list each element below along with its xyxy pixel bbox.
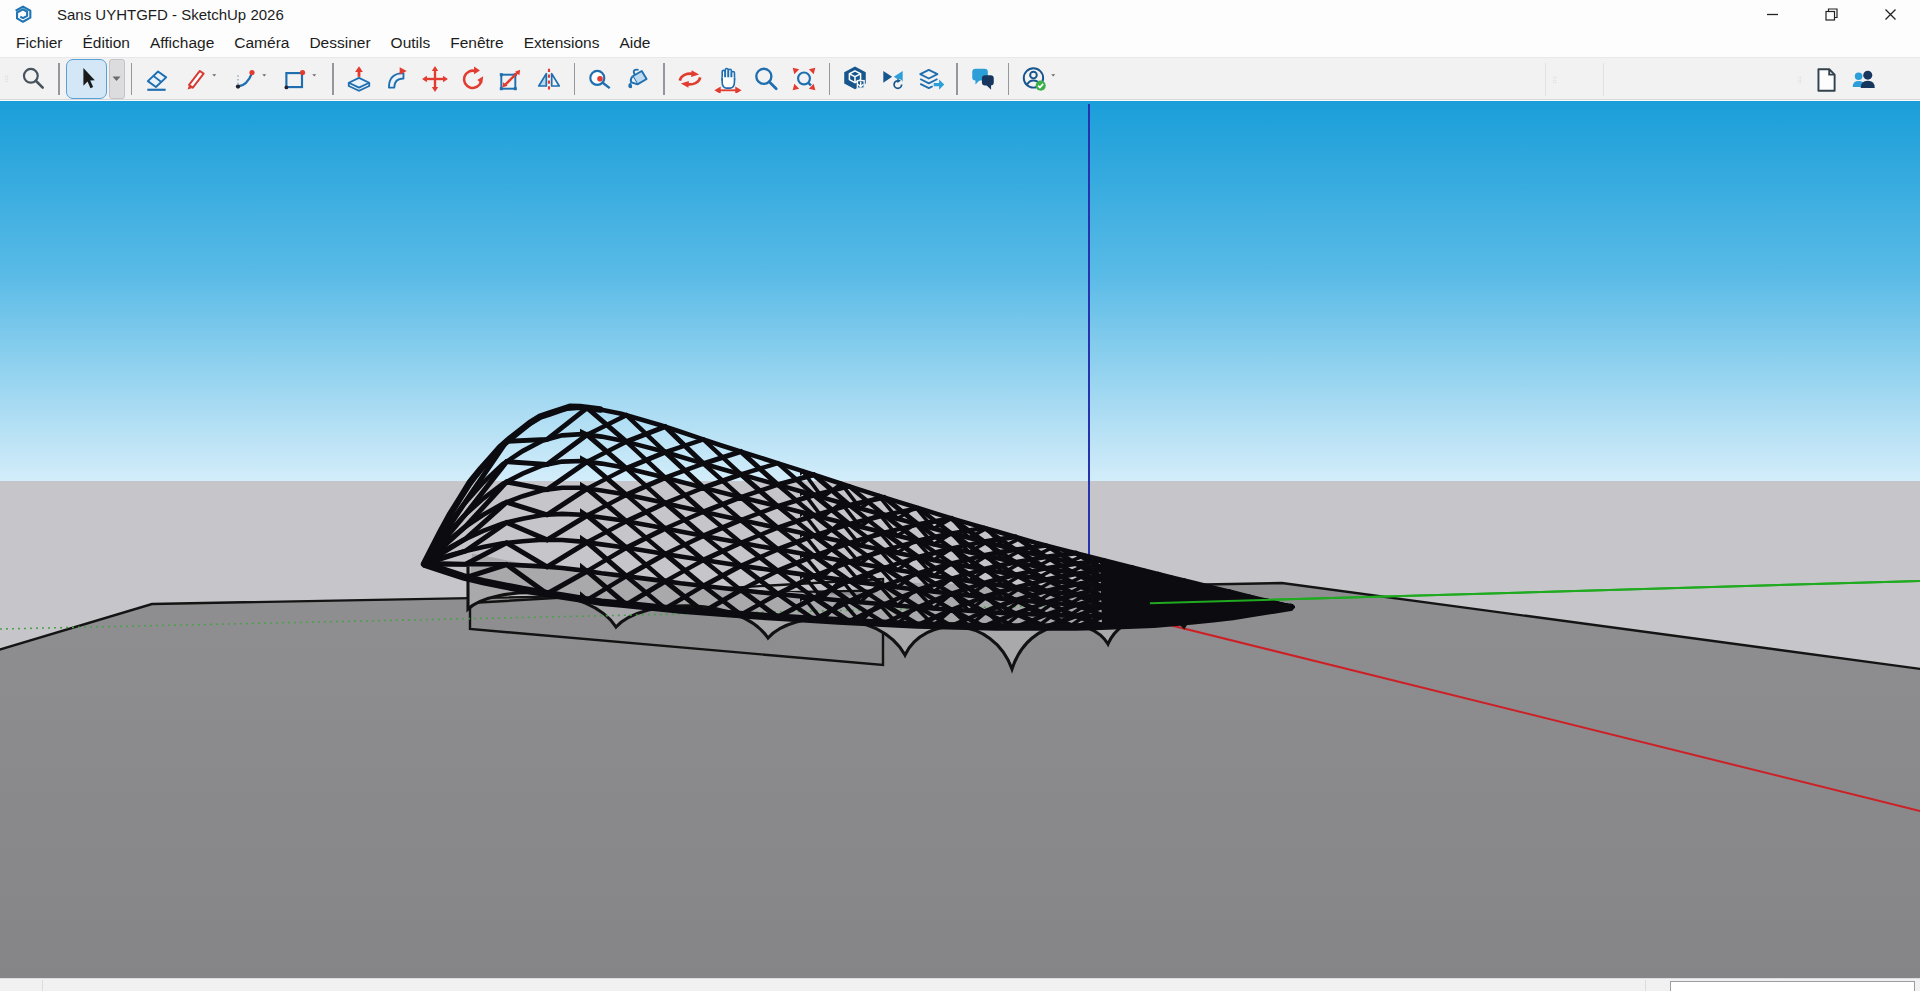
select-tool-dropdown[interactable] [109,59,125,99]
toolbar [0,57,1920,100]
move-tool-button[interactable] [416,59,454,99]
toolbar-separator [663,63,665,95]
menu-outils[interactable]: Outils [381,34,441,52]
toolbar-separator [58,63,60,95]
pan-tool-button[interactable] [709,59,747,99]
extension-warehouse-button[interactable] [874,59,912,99]
ground-plane[interactable] [0,583,1920,979]
measurements-box[interactable] [1670,981,1915,991]
menu-extensions[interactable]: Extensions [514,34,610,52]
status-separator [1645,980,1646,991]
zoom-tool-button[interactable] [747,59,785,99]
title-bar: Sans UYHTGFD - SketchUp 2026 [0,0,1920,28]
rotate-tool-button[interactable] [454,59,492,99]
toolbar-grip [1793,61,1807,99]
share-collaborate-button[interactable] [1845,60,1883,100]
menu-fichier[interactable]: Fichier [6,34,73,52]
toolbar-separator [956,63,958,95]
new-document-button[interactable] [1807,60,1845,100]
menu-dessiner[interactable]: Dessiner [299,34,380,52]
close-button[interactable] [1861,0,1920,28]
toolbar-separator [131,63,133,95]
status-bar [0,978,1920,991]
send-to-layout-button[interactable] [912,59,950,99]
menu-aide[interactable]: Aide [609,34,660,52]
tape-measure-tool-button[interactable] [581,59,619,99]
sky [0,101,1920,481]
feedback-chat-button[interactable] [964,59,1002,99]
search-tool-button[interactable] [14,59,52,99]
toolbar-separator [1008,63,1010,95]
toolbar-separator [574,63,576,95]
toolbar-dock-divider [1603,63,1604,96]
minimize-button[interactable] [1743,0,1802,28]
menu-edition[interactable]: Édition [73,34,140,52]
menu-affichage[interactable]: Affichage [140,34,224,52]
account-dropdown[interactable] [1047,59,1065,99]
paint-bucket-tool-button[interactable] [619,59,657,99]
toolbar-separator [332,63,334,95]
orbit-tool-button[interactable] [671,59,709,99]
viewport-3d[interactable] [0,100,1920,978]
menu-camera[interactable]: Caméra [224,34,299,52]
toolbar-grip [0,60,14,98]
sketchup-logo [11,3,35,25]
toolbar-dock-divider [1545,63,1546,96]
shapes-tool-dropdown[interactable] [308,59,326,99]
menu-bar: FichierÉditionAffichageCaméraDessinerOut… [0,28,1920,57]
status-separator [42,980,43,991]
flip-tool-button[interactable] [530,59,568,99]
select-tool-button[interactable] [66,59,107,99]
eraser-tool-button[interactable] [138,59,176,99]
followme-tool-button[interactable] [378,59,416,99]
pushpull-tool-button[interactable] [340,59,378,99]
line-tool-dropdown[interactable] [208,59,226,99]
menu-fenetre[interactable]: Fenêtre [440,34,513,52]
toolbar-grip [1548,61,1562,99]
window-controls [1743,0,1920,28]
window-title: Sans UYHTGFD - SketchUp 2026 [57,6,284,23]
3d-warehouse-button[interactable] [836,59,874,99]
zoom-extents-button[interactable] [785,59,823,99]
restore-button[interactable] [1802,0,1861,28]
arc-tool-dropdown[interactable] [258,59,276,99]
toolbar-separator [829,63,831,95]
scale-tool-button[interactable] [492,59,530,99]
